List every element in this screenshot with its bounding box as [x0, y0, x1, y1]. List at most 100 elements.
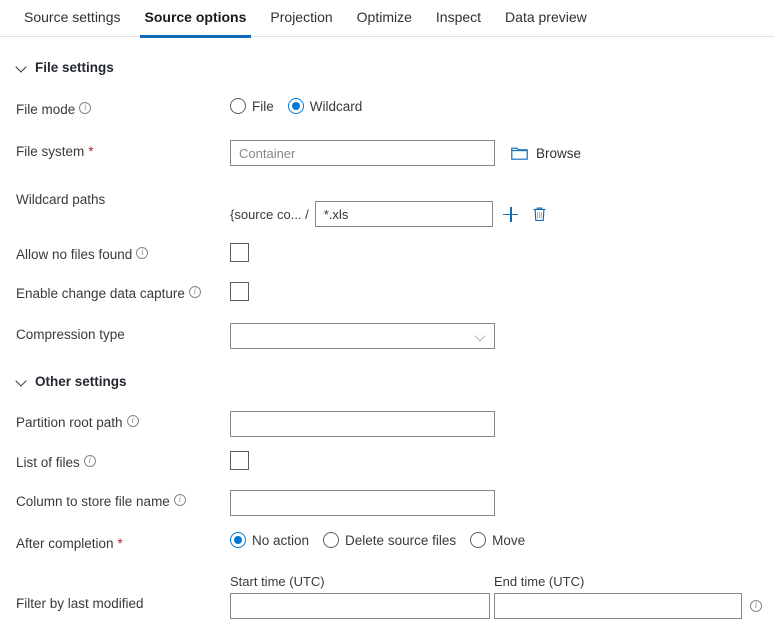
compression-type-dropdown[interactable] [230, 323, 495, 349]
radio-label: File [252, 98, 274, 114]
row-partition-root-path: Partition root path [0, 411, 774, 437]
radio-after-completion-no-action[interactable]: No action [230, 532, 309, 548]
control-after-completion: No action Delete source files Move [230, 532, 774, 548]
chevron-down-icon [16, 376, 27, 387]
control-file-system: Browse [230, 140, 774, 166]
radio-label: Move [492, 532, 526, 548]
label-enable-change-data-capture-text: Enable change data capture [16, 286, 185, 301]
info-icon[interactable] [188, 284, 201, 298]
label-after-completion: After completion * [16, 532, 230, 553]
add-wildcard-path-button[interactable] [500, 203, 522, 225]
browse-label: Browse [536, 145, 582, 161]
label-partition-root-path: Partition root path [16, 411, 230, 432]
radio-label: Wildcard [309, 98, 363, 114]
wildcard-path-prefix: {source co... / [230, 206, 309, 222]
label-filter-by-last-modified: Filter by last modified [16, 595, 230, 619]
radio-label: No action [252, 532, 310, 548]
control-compression-type [230, 323, 774, 349]
radio-group-file-mode: File Wildcard [230, 98, 362, 114]
radio-dot-icon [230, 532, 246, 548]
info-icon[interactable] [136, 245, 149, 259]
info-icon[interactable] [79, 100, 92, 114]
radio-dot-icon [470, 532, 487, 548]
tab-bar: Source settings Source options Projectio… [0, 0, 774, 38]
allow-no-files-found-checkbox[interactable] [230, 243, 249, 262]
control-list-of-files [230, 451, 774, 470]
radio-after-completion-delete-source-files[interactable]: Delete source files [323, 532, 456, 548]
row-allow-no-files-found: Allow no files found [0, 243, 774, 269]
source-options-form: File settings File mode File Wildcard Fi… [0, 55, 774, 619]
label-filter-by-last-modified-text: Filter by last modified [16, 596, 144, 611]
row-file-mode: File mode File Wildcard [0, 98, 774, 124]
info-icon[interactable] [126, 413, 139, 427]
label-enable-change-data-capture: Enable change data capture [16, 282, 230, 303]
radio-dot-icon [323, 532, 340, 548]
tab-data-preview[interactable]: Data preview [493, 8, 599, 37]
control-file-mode: File Wildcard [230, 98, 774, 114]
label-after-completion-text: After completion [16, 536, 114, 551]
tab-optimize[interactable]: Optimize [345, 8, 424, 37]
wildcard-path-entry: {source co... / [230, 201, 551, 227]
label-allow-no-files-found: Allow no files found [16, 243, 230, 264]
delete-wildcard-path-button[interactable] [529, 203, 551, 225]
radio-file-mode-wildcard[interactable]: Wildcard [287, 98, 363, 114]
label-allow-no-files-found-text: Allow no files found [16, 247, 133, 262]
row-compression-type: Compression type [0, 323, 774, 349]
enable-change-data-capture-checkbox[interactable] [230, 282, 249, 301]
radio-dot-icon [287, 98, 304, 114]
info-icon[interactable] [750, 598, 762, 612]
radio-after-completion-move[interactable]: Move [470, 532, 525, 548]
wildcard-path-input[interactable] [314, 201, 493, 227]
list-of-files-checkbox[interactable] [230, 451, 249, 470]
tab-source-options[interactable]: Source options [133, 8, 259, 38]
tab-inspect[interactable]: Inspect [424, 8, 493, 37]
label-column-to-store-file-name-text: Column to store file name [16, 494, 170, 509]
start-time-field: Start time (UTC) [230, 574, 490, 619]
label-column-to-store-file-name: Column to store file name [16, 490, 230, 511]
label-compression-type-text: Compression type [16, 327, 125, 342]
chevron-down-icon [474, 330, 486, 342]
label-list-of-files-text: List of files [16, 455, 80, 470]
label-compression-type: Compression type [16, 323, 230, 344]
section-title-file-settings: File settings [35, 59, 114, 75]
label-file-system-text: File system [16, 144, 85, 159]
row-enable-change-data-capture: Enable change data capture [0, 282, 774, 308]
required-marker: * [117, 536, 123, 551]
row-column-to-store-file-name: Column to store file name [0, 490, 774, 516]
control-enable-change-data-capture [230, 282, 774, 301]
label-wildcard-paths: Wildcard paths [16, 188, 230, 209]
label-file-mode: File mode [16, 98, 230, 119]
section-header-other-settings[interactable]: Other settings [0, 369, 774, 393]
start-time-label: Start time (UTC) [230, 574, 325, 589]
radio-file-mode-file[interactable]: File [230, 98, 274, 114]
control-allow-no-files-found [230, 243, 774, 262]
label-list-of-files: List of files [16, 451, 230, 472]
label-partition-root-path-text: Partition root path [16, 415, 123, 430]
browse-button[interactable]: Browse [511, 146, 581, 161]
end-time-field: End time (UTC) [494, 574, 742, 619]
tab-source-settings[interactable]: Source settings [12, 8, 133, 37]
row-list-of-files: List of files [0, 451, 774, 477]
info-icon[interactable] [173, 492, 186, 506]
section-header-file-settings[interactable]: File settings [0, 55, 774, 79]
control-partition-root-path [230, 411, 774, 437]
radio-dot-icon [230, 98, 246, 114]
end-time-input[interactable] [494, 593, 742, 619]
radio-group-after-completion: No action Delete source files Move [230, 532, 525, 548]
radio-label: Delete source files [345, 532, 457, 548]
section-title-other-settings: Other settings [35, 373, 127, 389]
required-marker: * [88, 144, 94, 159]
chevron-down-icon [16, 62, 27, 73]
row-filter-by-last-modified: Filter by last modified Start time (UTC)… [0, 574, 774, 619]
partition-root-path-input[interactable] [230, 411, 495, 437]
info-icon[interactable] [83, 453, 96, 467]
row-file-system: File system * Browse [0, 140, 774, 166]
label-file-system: File system * [16, 140, 230, 161]
label-file-mode-text: File mode [16, 102, 76, 117]
tab-projection[interactable]: Projection [258, 8, 344, 37]
folder-icon [511, 147, 528, 160]
file-system-input[interactable] [230, 140, 495, 166]
start-time-input[interactable] [230, 593, 490, 619]
row-after-completion: After completion * No action Delete sour… [0, 532, 774, 558]
column-to-store-file-name-input[interactable] [230, 490, 495, 516]
